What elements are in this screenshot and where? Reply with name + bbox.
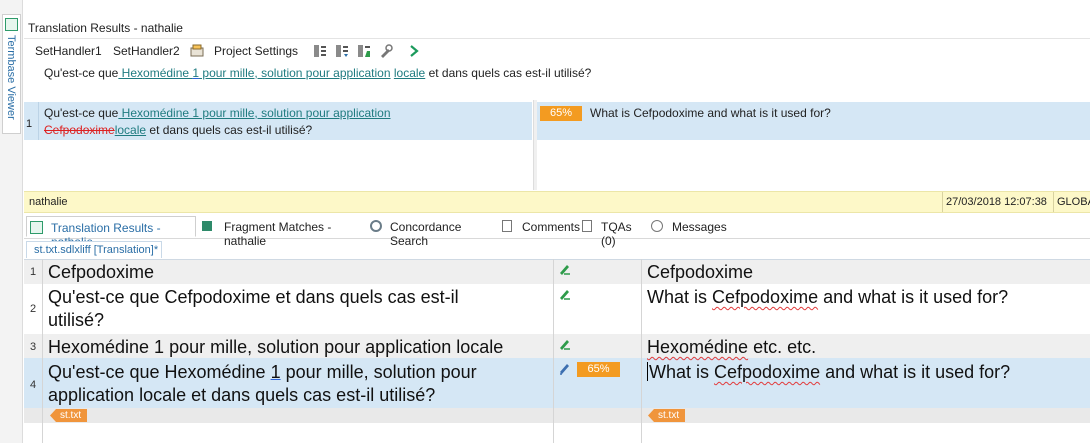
tab-comments[interactable]: Comments [502,216,580,237]
source-text-pre: Qu'est-ce que [44,66,119,80]
tab-messages[interactable]: Messages [651,216,731,237]
results-panel-header: Translation Results - nathalie [24,18,1090,39]
translation-results-icon [30,221,43,234]
list-add-icon[interactable] [357,44,371,58]
status-divider-2 [1053,192,1054,212]
result-source-line2: Cefpodoximelocale et dans quels cas est-… [44,123,312,137]
side-panel-strip: Termbase Viewer [0,0,23,443]
result-number: 1 [26,118,33,130]
result-source-tu: Hexomédine 1 pour mille, solution pour a… [118,106,391,120]
segment-number: 1 [29,266,37,278]
editing-pencil-icon [560,364,569,375]
target-file-tag: st.txt [648,409,686,422]
list-options-icon[interactable] [313,44,327,58]
translated-pencil-icon [560,265,570,275]
translated-pencil-icon [560,290,570,300]
segment-row-1[interactable] [24,260,1090,284]
status-timestamp: 27/03/2018 12:07:38 [946,196,1047,208]
segment-source: Qu'est-ce que Cefpodoxime et dans quels … [48,286,459,332]
tab-label: Comments [522,220,581,234]
match-percent-badge: 65% [540,106,582,121]
messages-icon [651,220,663,232]
segment-source: Cefpodoxime [48,262,155,282]
target-term-misspelled: Hexomédine [647,337,749,357]
results-toolbar: SetHandler1 SetHandler2 Project Settings [24,41,1090,63]
binoculars-icon [370,220,382,232]
source-text-post: et dans quels cas est-il utilisé? [425,66,592,80]
tqa-clipboard-icon [582,220,592,232]
comments-icon [502,220,512,232]
segment-source-post: pour mille, solution pour [280,362,477,382]
source-tu-part1: Hexomédine [118,66,193,80]
results-status-bar: nathalie 27/03/2018 12:07:38 GLOBA [24,191,1090,213]
number-column-line [42,259,43,443]
segment-match-percent-badge: 65% [577,362,620,377]
project-settings-button[interactable]: Project Settings [214,44,298,58]
segment-source-line2: utilisé? [48,310,105,330]
translated-pencil-icon [560,340,570,350]
segment-number: 4 [29,379,37,391]
segment-target[interactable]: What is Cefpodoxime and what is it used … [647,286,1008,309]
result-source-pre: Qu'est-ce que [44,106,119,120]
active-source-segment: Qu'est-ce que Hexomédine 1 pour mille, s… [44,66,591,80]
result-target-text: What is Cefpodoxime and what is it used … [590,106,831,120]
status-column-line [641,259,642,443]
source-column-line [553,259,554,443]
segment-source-line1: Qu'est-ce que Cefpodoxime et dans quels … [48,287,459,307]
tab-tqas[interactable]: TQAs (0) [582,216,648,248]
target-text-pre: What is [649,362,715,382]
segment-target[interactable]: Hexomédine etc. etc. [647,336,816,359]
segment-source-pre: Qu'est-ce que Hexomédine [48,362,271,382]
segment-source-line2: application locale et dans quels cas est… [48,385,436,405]
fragment-matches-icon [202,221,212,231]
project-settings-icon [190,44,204,57]
result-inserted-text: locale [114,123,147,137]
termbase-icon [5,18,18,31]
result-source-post: et dans quels cas est-il utilisé? [146,123,313,137]
list-sort-icon[interactable] [335,44,349,58]
tab-label: Concordance Search [390,220,462,248]
segment-target-active[interactable]: What is Cefpodoxime and what is it used … [647,361,1010,384]
segment-number: 2 [29,303,37,315]
status-user: nathalie [29,196,68,208]
source-file-tag: st.txt [50,409,88,422]
source-tu-part2: pour mille, solution pour application [199,66,391,80]
target-text-post: and what is it used for? [820,362,1011,382]
tab-concordance-search[interactable]: Concordance Search [370,216,496,248]
status-divider [942,192,943,212]
target-text-post: etc. etc. [748,337,817,357]
tab-translation-results[interactable]: Translation Results - nathalie [26,216,196,249]
tab-fragment-matches[interactable]: Fragment Matches - nathalie [202,216,367,248]
target-term-misspelled: Cefpodoxime [712,287,819,307]
segment-file-row [24,408,1090,423]
next-arrow-icon[interactable] [407,44,421,58]
tab-label: Messages [672,220,727,234]
result-source-line1: Qu'est-ce que Hexomédine 1 pour mille, s… [44,106,391,120]
termbase-viewer-label: Termbase Viewer [5,35,17,120]
segment-source-number: 1 [270,362,281,382]
tab-label: TQAs (0) [601,220,632,248]
segment-source: Hexomédine 1 pour mille, solution pour a… [48,337,504,357]
target-text-post: and what is it used for? [818,287,1009,307]
status-scope: GLOBA [1057,196,1090,208]
results-panel-title: Translation Results - nathalie [28,21,183,35]
segment-number: 3 [29,341,37,353]
target-text-pre: What is [647,287,713,307]
set-handler1-button[interactable]: SetHandler1 [35,44,102,58]
segment-source: Qu'est-ce que Hexomédine 1 pour mille, s… [48,361,477,407]
tools-icon[interactable] [379,44,393,58]
target-term-misspelled: Cefpodoxime [714,362,821,382]
panel-tabs: Translation Results - nathalie Fragment … [24,216,1090,249]
document-tab[interactable]: st.txt.sdlxliff [Translation]* [26,241,162,258]
source-tu-locale: locale [393,66,426,80]
text-cursor [647,362,648,381]
segment-target[interactable]: Cefpodoxime [647,261,753,284]
termbase-viewer-tab[interactable]: Termbase Viewer [2,14,21,134]
set-handler2-button[interactable]: SetHandler2 [113,44,180,58]
tab-label: Fragment Matches - nathalie [224,220,332,248]
result-deleted-text: Cefpodoxime [44,123,115,137]
